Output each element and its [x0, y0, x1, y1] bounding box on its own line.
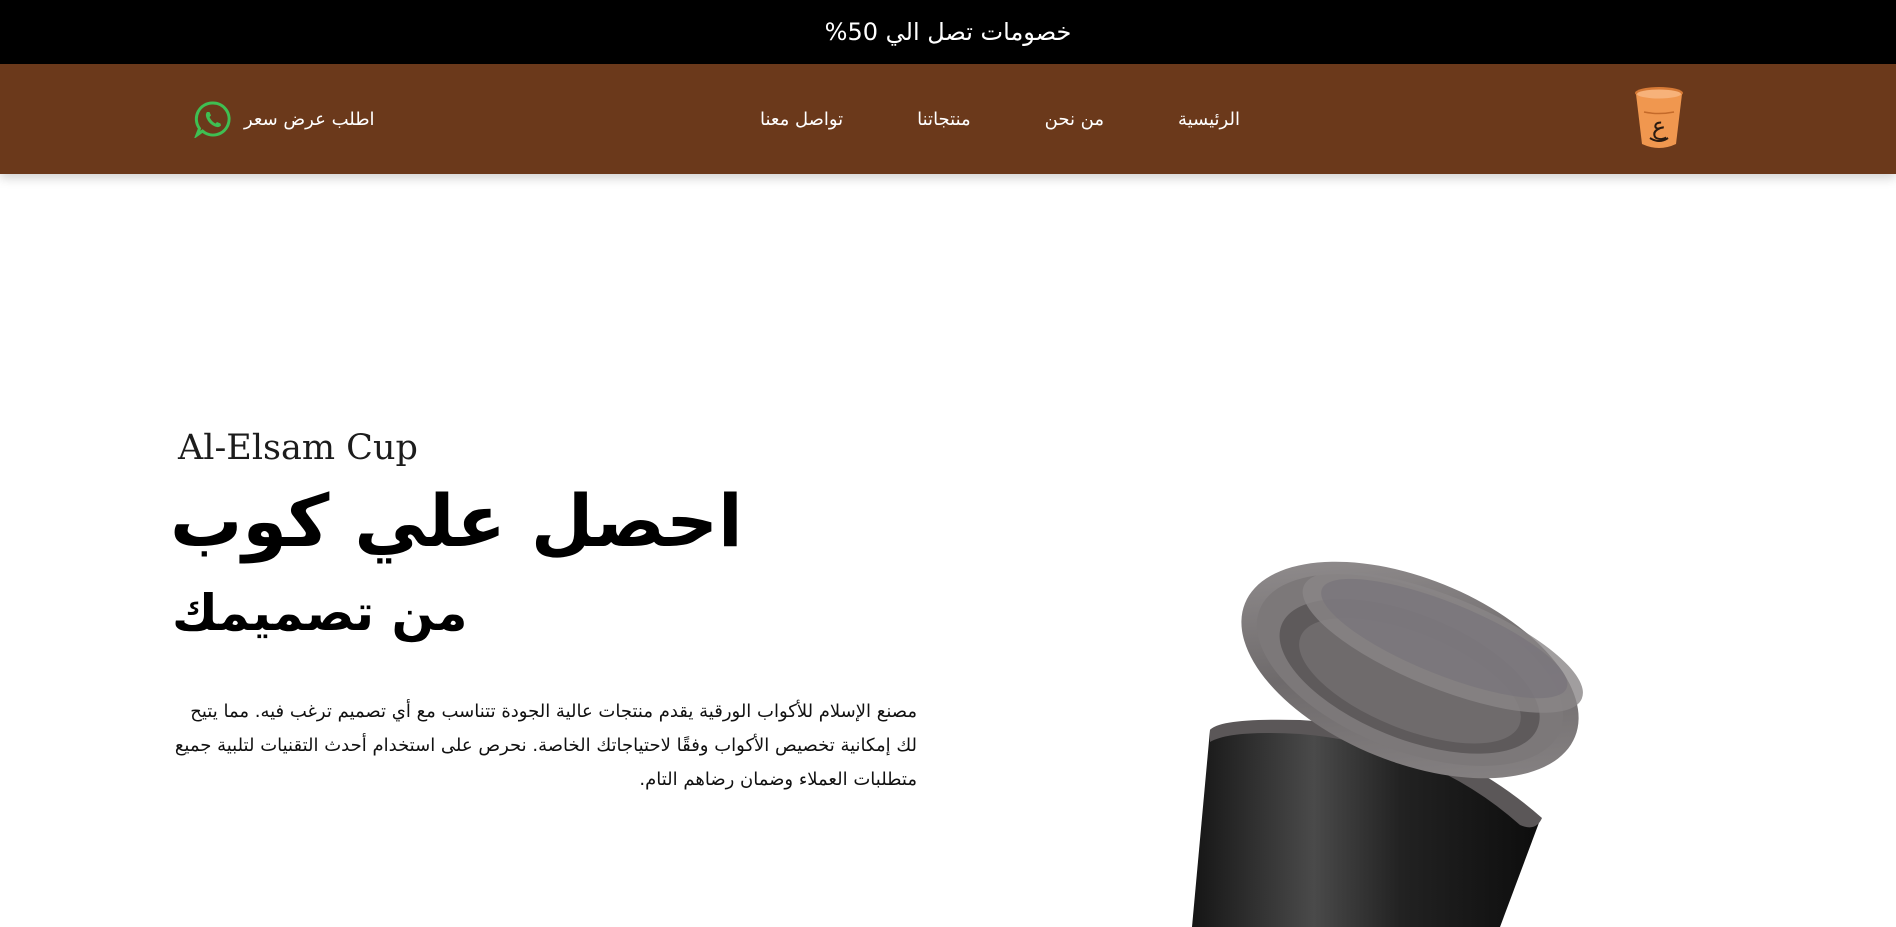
nav-link-about[interactable]: من نحن: [1045, 109, 1104, 130]
hero-title: احصل علي كوب: [170, 479, 743, 563]
whatsapp-icon: [193, 100, 232, 140]
brand-name: Al-Elsam Cup: [178, 428, 418, 468]
site-header: ع الرئيسية من نحن منتجاتنا تواصل معنا اط…: [0, 64, 1896, 174]
promo-bar: خصومات تصل الي 50%: [0, 0, 1896, 64]
logo-letter: ع: [1652, 112, 1667, 140]
nav-link-contact[interactable]: تواصل معنا: [760, 109, 843, 130]
cup-logo-icon[interactable]: ع: [1630, 84, 1688, 154]
nav-link-home[interactable]: الرئيسية: [1178, 109, 1240, 130]
promo-text: خصومات تصل الي 50%: [824, 18, 1072, 46]
main-nav: الرئيسية من نحن منتجاتنا تواصل معنا: [760, 64, 1240, 174]
quote-label: اطلب عرض سعر: [244, 108, 375, 130]
request-quote-button[interactable]: اطلب عرض سعر: [193, 98, 375, 140]
paper-cup-illustration: [1180, 520, 1620, 927]
hero-subtitle: من تصميمك: [172, 584, 468, 642]
hero-description: مصنع الإسلام للأكواب الورقية يقدم منتجات…: [174, 701, 917, 790]
nav-link-products[interactable]: منتجاتنا: [917, 109, 971, 130]
